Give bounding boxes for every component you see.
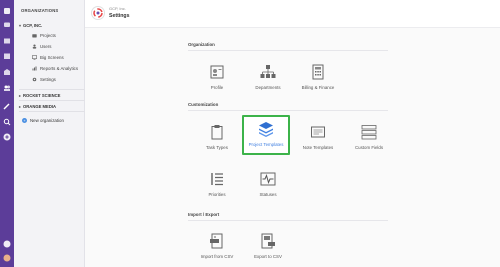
csv-import-icon xyxy=(209,233,225,249)
sidebar-header: ORGANIZATIONS xyxy=(21,8,59,13)
section-divider xyxy=(188,50,388,51)
icon-rail xyxy=(0,0,14,267)
add-icon[interactable] xyxy=(3,133,11,141)
tile-label: Export to CSV xyxy=(254,254,282,259)
chart-icon xyxy=(32,66,37,71)
tile-label: Billing & Finance xyxy=(301,85,335,90)
sidebar-divider xyxy=(19,100,85,101)
org-name: GCP, Inc. xyxy=(109,6,126,11)
plus-icon: + xyxy=(22,118,27,123)
page-title: Settings xyxy=(109,13,130,19)
org-name: ROCKET SCIENCE xyxy=(23,93,61,98)
profile-card-icon xyxy=(209,64,225,80)
fields-icon xyxy=(361,124,377,140)
new-organization-button[interactable]: + New organization xyxy=(22,118,64,123)
sidebar-item-label: Reports & Analytics xyxy=(40,65,79,71)
sidebar-item-big-screens[interactable]: Big Screens xyxy=(32,54,64,60)
tile-note-templates[interactable]: Note Templates xyxy=(294,118,342,158)
help-icon[interactable] xyxy=(3,240,11,248)
org-gcp[interactable]: ▾ GCP, INC. xyxy=(19,23,42,28)
csv-export-icon xyxy=(260,233,276,249)
chevron-right-icon: ▸ xyxy=(19,93,22,98)
chevron-down-icon: ▾ xyxy=(19,23,22,28)
clipboard-icon xyxy=(209,124,225,140)
sidebar-item-label: Big Screens xyxy=(40,54,64,60)
note-icon xyxy=(310,124,326,140)
sidebar-divider xyxy=(19,111,85,112)
inbox-icon[interactable] xyxy=(3,37,11,45)
tile-import-csv[interactable]: Import from CSV xyxy=(193,227,241,267)
calculator-icon xyxy=(310,64,326,80)
sidebar-divider xyxy=(19,89,85,90)
sidebar-item-projects[interactable]: Projects xyxy=(32,32,56,38)
tile-billing[interactable]: Billing & Finance xyxy=(294,58,342,98)
top-bar: GCP, Inc. Settings xyxy=(85,0,500,28)
section-title-organization: Organization xyxy=(188,42,215,47)
tile-statuses[interactable]: Statuses xyxy=(244,165,292,205)
pulse-icon xyxy=(260,171,276,187)
tools-icon[interactable] xyxy=(3,102,11,110)
tile-priorities[interactable]: Priorities xyxy=(193,165,241,205)
building-icon[interactable] xyxy=(3,68,11,76)
section-divider xyxy=(188,220,388,221)
section-title-import-export: Import / Export xyxy=(188,212,220,217)
org-name: GCP, INC. xyxy=(23,23,43,28)
tile-label: Statuses xyxy=(259,192,277,197)
section-title-customization: Customization xyxy=(188,102,219,107)
org-rocket-science[interactable]: ▸ ROCKET SCIENCE xyxy=(19,93,60,98)
tile-project-templates[interactable]: Project Templates xyxy=(242,115,290,155)
sidebar-item-label: Users xyxy=(40,43,52,49)
gear-icon xyxy=(32,77,37,82)
home-icon[interactable] xyxy=(3,7,11,15)
section-divider xyxy=(188,110,388,111)
users-icon xyxy=(32,44,37,49)
sidebar-item-settings[interactable]: Settings xyxy=(32,76,56,82)
tile-export-csv[interactable]: Export to CSV xyxy=(244,227,292,267)
sidebar-item-users[interactable]: Users xyxy=(32,43,51,49)
tile-profile[interactable]: Profile xyxy=(193,58,241,98)
org-orange-media[interactable]: ▸ ORANGE MEDIA xyxy=(19,104,56,109)
org-logo-icon xyxy=(92,7,104,19)
sidebar-item-label: Projects xyxy=(40,32,56,38)
org-chart-icon xyxy=(260,64,276,80)
tile-custom-fields[interactable]: Custom Fields xyxy=(345,118,393,158)
people-icon[interactable] xyxy=(3,84,11,92)
briefcase-icon xyxy=(32,33,37,38)
layers-icon xyxy=(258,121,274,137)
org-name: ORANGE MEDIA xyxy=(23,104,57,109)
chat-icon[interactable] xyxy=(3,21,11,29)
sidebar-item-reports[interactable]: Reports & Analytics xyxy=(32,65,78,71)
org-sidebar: ORGANIZATIONS ▾ GCP, INC. Projects Users … xyxy=(14,0,85,267)
monitor-icon xyxy=(32,54,37,60)
tile-label: Project Templates xyxy=(248,142,284,147)
calendar-icon[interactable] xyxy=(3,52,11,60)
tile-label: Custom Fields xyxy=(354,145,384,150)
tile-task-types[interactable]: Task Types xyxy=(193,118,241,158)
new-organization-label: New organization xyxy=(30,118,64,123)
avatar[interactable] xyxy=(3,254,11,262)
tile-departments[interactable]: Departments xyxy=(244,58,292,98)
priority-list-icon xyxy=(209,171,225,187)
sidebar-item-label: Settings xyxy=(40,76,56,82)
chevron-right-icon: ▸ xyxy=(19,104,22,109)
search-icon[interactable] xyxy=(3,118,11,126)
